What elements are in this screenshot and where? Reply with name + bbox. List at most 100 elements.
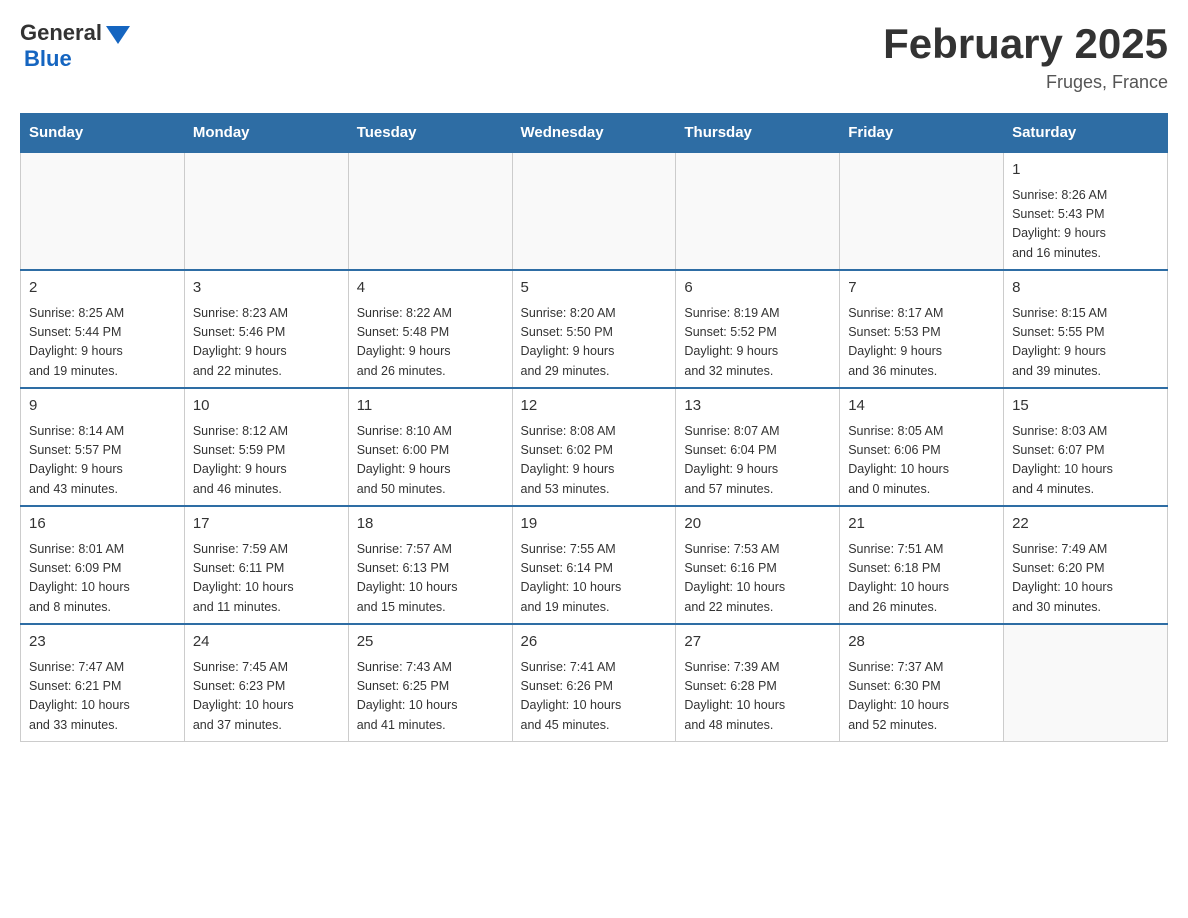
day-info: Sunrise: 8:22 AM Sunset: 5:48 PM Dayligh…: [357, 304, 504, 382]
weekday-header-sunday: Sunday: [21, 114, 185, 153]
day-info: Sunrise: 7:59 AM Sunset: 6:11 PM Dayligh…: [193, 540, 340, 618]
weekday-header-thursday: Thursday: [676, 114, 840, 153]
calendar-cell: 11 Sunrise: 8:10 AM Sunset: 6:00 PM Dayli…: [348, 388, 512, 506]
day-info: Sunrise: 7:51 AM Sunset: 6:18 PM Dayligh…: [848, 540, 995, 618]
calendar-cell: 14 Sunrise: 8:05 AM Sunset: 6:06 PM Dayli…: [840, 388, 1004, 506]
day-info: Sunrise: 8:23 AM Sunset: 5:46 PM Dayligh…: [193, 304, 340, 382]
day-info: Sunrise: 7:39 AM Sunset: 6:28 PM Dayligh…: [684, 658, 831, 736]
day-number: 2: [29, 277, 176, 300]
page-header: General Blue February 2025 Fruges, Franc…: [20, 20, 1168, 93]
day-info: Sunrise: 8:15 AM Sunset: 5:55 PM Dayligh…: [1012, 304, 1159, 382]
calendar-cell: 16 Sunrise: 8:01 AM Sunset: 6:09 PM Dayli…: [21, 506, 185, 624]
day-info: Sunrise: 8:19 AM Sunset: 5:52 PM Dayligh…: [684, 304, 831, 382]
day-number: 7: [848, 277, 995, 300]
week-row-4: 16 Sunrise: 8:01 AM Sunset: 6:09 PM Dayli…: [21, 506, 1168, 624]
day-number: 3: [193, 277, 340, 300]
day-info: Sunrise: 7:47 AM Sunset: 6:21 PM Dayligh…: [29, 658, 176, 736]
calendar-cell: [348, 152, 512, 270]
day-number: 16: [29, 513, 176, 536]
day-number: 22: [1012, 513, 1159, 536]
day-info: Sunrise: 8:17 AM Sunset: 5:53 PM Dayligh…: [848, 304, 995, 382]
day-info: Sunrise: 8:07 AM Sunset: 6:04 PM Dayligh…: [684, 422, 831, 500]
calendar-cell: 1Sunrise: 8:26 AM Sunset: 5:43 PM Daylig…: [1004, 152, 1168, 270]
calendar-cell: 17 Sunrise: 7:59 AM Sunset: 6:11 PM Dayli…: [184, 506, 348, 624]
calendar-cell: [512, 152, 676, 270]
day-number: 4: [357, 277, 504, 300]
day-info: Sunrise: 7:43 AM Sunset: 6:25 PM Dayligh…: [357, 658, 504, 736]
weekday-header-saturday: Saturday: [1004, 114, 1168, 153]
calendar-cell: 4 Sunrise: 8:22 AM Sunset: 5:48 PM Daylig…: [348, 270, 512, 388]
logo-triangle-icon: [106, 26, 130, 44]
calendar-cell: 15 Sunrise: 8:03 AM Sunset: 6:07 PM Dayli…: [1004, 388, 1168, 506]
day-number: 17: [193, 513, 340, 536]
day-info: Sunrise: 7:49 AM Sunset: 6:20 PM Dayligh…: [1012, 540, 1159, 618]
calendar-cell: 18Sunrise: 7:57 AM Sunset: 6:13 PM Dayli…: [348, 506, 512, 624]
calendar-cell: 26Sunrise: 7:41 AM Sunset: 6:26 PM Dayli…: [512, 624, 676, 742]
day-number: 12: [521, 395, 668, 418]
day-info: Sunrise: 7:37 AM Sunset: 6:30 PM Dayligh…: [848, 658, 995, 736]
weekday-header-tuesday: Tuesday: [348, 114, 512, 153]
calendar-cell: 21 Sunrise: 7:51 AM Sunset: 6:18 PM Dayli…: [840, 506, 1004, 624]
calendar-cell: 28 Sunrise: 7:37 AM Sunset: 6:30 PM Dayli…: [840, 624, 1004, 742]
calendar-cell: 19 Sunrise: 7:55 AM Sunset: 6:14 PM Dayli…: [512, 506, 676, 624]
calendar-cell: 7 Sunrise: 8:17 AM Sunset: 5:53 PM Daylig…: [840, 270, 1004, 388]
calendar-cell: 2 Sunrise: 8:25 AM Sunset: 5:44 PM Daylig…: [21, 270, 185, 388]
calendar-cell: [21, 152, 185, 270]
calendar-cell: [676, 152, 840, 270]
day-info: Sunrise: 8:25 AM Sunset: 5:44 PM Dayligh…: [29, 304, 176, 382]
day-number: 14: [848, 395, 995, 418]
calendar-cell: 12 Sunrise: 8:08 AM Sunset: 6:02 PM Dayli…: [512, 388, 676, 506]
day-number: 21: [848, 513, 995, 536]
calendar-cell: 22 Sunrise: 7:49 AM Sunset: 6:20 PM Dayli…: [1004, 506, 1168, 624]
calendar-cell: 20 Sunrise: 7:53 AM Sunset: 6:16 PM Dayli…: [676, 506, 840, 624]
week-row-2: 2 Sunrise: 8:25 AM Sunset: 5:44 PM Daylig…: [21, 270, 1168, 388]
day-info: Sunrise: 8:26 AM Sunset: 5:43 PM Dayligh…: [1012, 186, 1159, 264]
day-info: Sunrise: 8:03 AM Sunset: 6:07 PM Dayligh…: [1012, 422, 1159, 500]
day-number: 9: [29, 395, 176, 418]
day-number: 15: [1012, 395, 1159, 418]
weekday-header-friday: Friday: [840, 114, 1004, 153]
day-info: Sunrise: 8:12 AM Sunset: 5:59 PM Dayligh…: [193, 422, 340, 500]
calendar-cell: 10Sunrise: 8:12 AM Sunset: 5:59 PM Dayli…: [184, 388, 348, 506]
calendar-cell: 27 Sunrise: 7:39 AM Sunset: 6:28 PM Dayli…: [676, 624, 840, 742]
day-number: 13: [684, 395, 831, 418]
day-info: Sunrise: 7:57 AM Sunset: 6:13 PM Dayligh…: [357, 540, 504, 618]
day-number: 6: [684, 277, 831, 300]
week-row-3: 9 Sunrise: 8:14 AM Sunset: 5:57 PM Daylig…: [21, 388, 1168, 506]
calendar-cell: 25 Sunrise: 7:43 AM Sunset: 6:25 PM Dayli…: [348, 624, 512, 742]
day-info: Sunrise: 8:01 AM Sunset: 6:09 PM Dayligh…: [29, 540, 176, 618]
month-title: February 2025: [883, 20, 1168, 68]
logo-general: General: [20, 20, 102, 46]
location: Fruges, France: [883, 72, 1168, 93]
week-row-5: 23Sunrise: 7:47 AM Sunset: 6:21 PM Dayli…: [21, 624, 1168, 742]
day-info: Sunrise: 8:05 AM Sunset: 6:06 PM Dayligh…: [848, 422, 995, 500]
day-info: Sunrise: 8:20 AM Sunset: 5:50 PM Dayligh…: [521, 304, 668, 382]
calendar-cell: [840, 152, 1004, 270]
day-number: 25: [357, 631, 504, 654]
day-number: 28: [848, 631, 995, 654]
weekday-header-monday: Monday: [184, 114, 348, 153]
day-number: 27: [684, 631, 831, 654]
day-info: Sunrise: 7:53 AM Sunset: 6:16 PM Dayligh…: [684, 540, 831, 618]
day-info: Sunrise: 7:45 AM Sunset: 6:23 PM Dayligh…: [193, 658, 340, 736]
day-info: Sunrise: 8:08 AM Sunset: 6:02 PM Dayligh…: [521, 422, 668, 500]
logo: General Blue: [20, 20, 130, 72]
week-row-1: 1Sunrise: 8:26 AM Sunset: 5:43 PM Daylig…: [21, 152, 1168, 270]
calendar-cell: 9 Sunrise: 8:14 AM Sunset: 5:57 PM Daylig…: [21, 388, 185, 506]
calendar-cell: 13 Sunrise: 8:07 AM Sunset: 6:04 PM Dayli…: [676, 388, 840, 506]
day-info: Sunrise: 8:14 AM Sunset: 5:57 PM Dayligh…: [29, 422, 176, 500]
calendar-table: SundayMondayTuesdayWednesdayThursdayFrid…: [20, 113, 1168, 742]
day-number: 11: [357, 395, 504, 418]
day-info: Sunrise: 7:41 AM Sunset: 6:26 PM Dayligh…: [521, 658, 668, 736]
day-number: 5: [521, 277, 668, 300]
calendar-cell: 23Sunrise: 7:47 AM Sunset: 6:21 PM Dayli…: [21, 624, 185, 742]
day-info: Sunrise: 8:10 AM Sunset: 6:00 PM Dayligh…: [357, 422, 504, 500]
day-number: 20: [684, 513, 831, 536]
day-number: 19: [521, 513, 668, 536]
calendar-cell: 8Sunrise: 8:15 AM Sunset: 5:55 PM Daylig…: [1004, 270, 1168, 388]
day-info: Sunrise: 7:55 AM Sunset: 6:14 PM Dayligh…: [521, 540, 668, 618]
calendar-cell: 24Sunrise: 7:45 AM Sunset: 6:23 PM Dayli…: [184, 624, 348, 742]
title-area: February 2025 Fruges, France: [883, 20, 1168, 93]
logo-blue: Blue: [24, 46, 72, 72]
weekday-header-wednesday: Wednesday: [512, 114, 676, 153]
